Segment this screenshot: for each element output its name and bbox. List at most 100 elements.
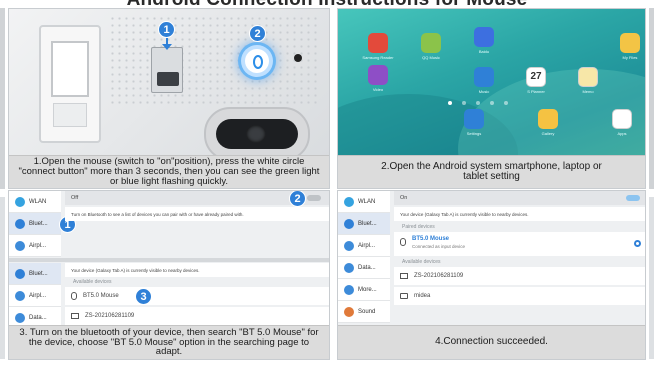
wifi-icon <box>344 196 354 207</box>
app-icon[interactable]: 27 <box>526 67 546 87</box>
connect-button[interactable] <box>245 49 269 73</box>
device-row-zs[interactable]: ZS-202106281109 <box>65 307 329 325</box>
data-usage-icon <box>344 262 354 273</box>
step-3-caption: 3. Turn on the bluetooth of your device,… <box>9 325 329 359</box>
indicator-hole <box>294 54 302 62</box>
sidebar-item-bluetooth[interactable]: Bluet... <box>338 213 390 235</box>
app-label: Music <box>478 89 490 94</box>
paired-device-row[interactable]: BT5.0 Mouse Connected as input device <box>394 232 645 256</box>
sidebar-item-airplane-2[interactable]: Airpl... <box>9 285 61 307</box>
device-row-mouse[interactable]: BT5.0 Mouse <box>65 287 329 305</box>
available-devices-label: Available devices <box>402 259 441 265</box>
mouse-icon <box>71 292 77 300</box>
app-label: Settings <box>466 131 482 136</box>
bluetooth-state: On <box>400 195 408 201</box>
step-4-panel: WLAN Bluet... Airpl... Data... More... S… <box>337 190 646 360</box>
app-label: My Files <box>622 55 638 60</box>
paired-device-status: Connected as input device <box>412 244 466 249</box>
monitor-icon <box>71 313 79 319</box>
bluetooth-connected-screen: WLAN Bluet... Airpl... Data... More... S… <box>338 191 645 327</box>
wifi-icon <box>15 196 25 207</box>
more-icon <box>344 284 354 295</box>
app-label: Video <box>372 87 384 92</box>
edge-panel-left-2 <box>0 197 5 359</box>
bluetooth-icon <box>15 218 25 229</box>
airplane-icon <box>15 290 25 301</box>
sidebar-label: WLAN <box>358 198 376 205</box>
step-2-caption: 2.Open the Android system smartphone, la… <box>338 155 645 188</box>
app-icon[interactable] <box>368 33 388 53</box>
power-switch[interactable] <box>151 47 183 93</box>
app-icon[interactable] <box>620 33 640 53</box>
step-4-caption: 4.Connection succeeded. <box>338 325 645 359</box>
wlan-state: Off <box>71 195 79 201</box>
device-name: ZS-202106281109 <box>414 273 464 279</box>
device-icon <box>400 293 408 299</box>
edge-panel-right-2 <box>649 197 654 359</box>
edge-panel-left <box>0 8 5 189</box>
sidebar-label: Bluet... <box>29 270 48 277</box>
bluetooth-toggle-on[interactable] <box>626 195 640 201</box>
airplane-icon <box>344 240 354 251</box>
app-icon[interactable] <box>578 67 598 87</box>
sound-icon <box>344 306 354 317</box>
sidebar-item-wlan[interactable]: WLAN <box>338 191 390 213</box>
step-1-panel: 1 2 1.Open the mouse (switch to "on"posi… <box>8 8 330 189</box>
sidebar-item-sound[interactable]: Sound <box>338 301 390 323</box>
battery-compartment <box>39 25 101 143</box>
available-devices-label: Available devices <box>73 279 112 285</box>
paired-device-name: BT5.0 Mouse <box>412 236 450 242</box>
bluetooth-icon <box>15 268 25 279</box>
tablet-home-screen: Samsung Reader QQ Music Baidu My Files Video… <box>338 9 645 188</box>
marker-switch: 1 <box>158 21 175 38</box>
app-icon[interactable] <box>464 109 484 129</box>
page-indicator <box>448 101 508 105</box>
app-icon[interactable] <box>474 67 494 87</box>
sidebar-label: Airpl... <box>358 242 376 249</box>
app-label: Baidu <box>478 49 490 54</box>
sidebar-label: Bluet... <box>29 220 48 227</box>
sidebar-item-wlan[interactable]: WLAN <box>9 191 61 213</box>
airplane-icon <box>15 240 25 251</box>
sidebar-label: WLAN <box>29 198 47 205</box>
sidebar-label: Bluet... <box>358 220 377 227</box>
device-name: BT5.0 Mouse <box>83 293 119 299</box>
device-name: ZS-202106281109 <box>85 313 135 319</box>
sidebar-item-bluetooth-2[interactable]: Bluet... <box>9 263 61 285</box>
app-label: Samsung Reader <box>362 55 394 60</box>
bluetooth-hint: Turn on Bluetooth to see a list of devic… <box>65 207 329 221</box>
bluetooth-settings-screen: WLAN Bluet... Airpl... 1 Off 2 Turn on B… <box>9 191 329 329</box>
monitor-icon <box>400 273 408 279</box>
sidebar-item-bluetooth[interactable]: Bluet... <box>9 213 61 235</box>
gear-icon[interactable] <box>634 240 641 247</box>
bluetooth-toggle[interactable] <box>307 195 321 201</box>
app-icon[interactable] <box>612 109 632 129</box>
device-name: midea <box>414 293 431 299</box>
mouse-underside-photo: 1 2 <box>9 9 329 161</box>
app-icon[interactable] <box>474 27 494 47</box>
step-2-panel: Samsung Reader QQ Music Baidu My Files Video… <box>337 8 646 189</box>
optical-sensor <box>204 107 310 161</box>
sidebar-item-more[interactable]: More... <box>338 279 390 301</box>
sidebar-item-data[interactable]: Data... <box>338 257 390 279</box>
visibility-note: Your device (Galaxy Tab A) is currently … <box>65 263 329 277</box>
app-label: Gallery <box>541 131 555 136</box>
device-row-midea[interactable]: midea <box>394 287 645 305</box>
step-1-caption: 1.Open the mouse (switch to "on"position… <box>9 155 329 188</box>
paired-devices-label: Paired devices <box>402 224 435 230</box>
marker-toggle: 2 <box>289 191 306 207</box>
device-row-zs[interactable]: ZS-202106281109 <box>394 267 645 285</box>
app-label: S Planner <box>527 89 545 94</box>
app-icon[interactable] <box>368 65 388 85</box>
instruction-sheet: Android Connection Instructions for Mous… <box>0 0 654 365</box>
sidebar-item-airplane[interactable]: Airpl... <box>9 235 61 257</box>
app-label: QQ Music <box>422 55 440 60</box>
sidebar-item-airplane[interactable]: Airpl... <box>338 235 390 257</box>
app-icon[interactable] <box>421 33 441 53</box>
app-icon[interactable] <box>538 109 558 129</box>
step-3-panel: WLAN Bluet... Airpl... 1 Off 2 Turn on B… <box>8 190 330 360</box>
edge-panel-right <box>649 8 654 189</box>
marker-device: 3 <box>135 288 152 305</box>
data-usage-icon <box>15 312 25 323</box>
bluetooth-status-row: On <box>394 191 645 205</box>
